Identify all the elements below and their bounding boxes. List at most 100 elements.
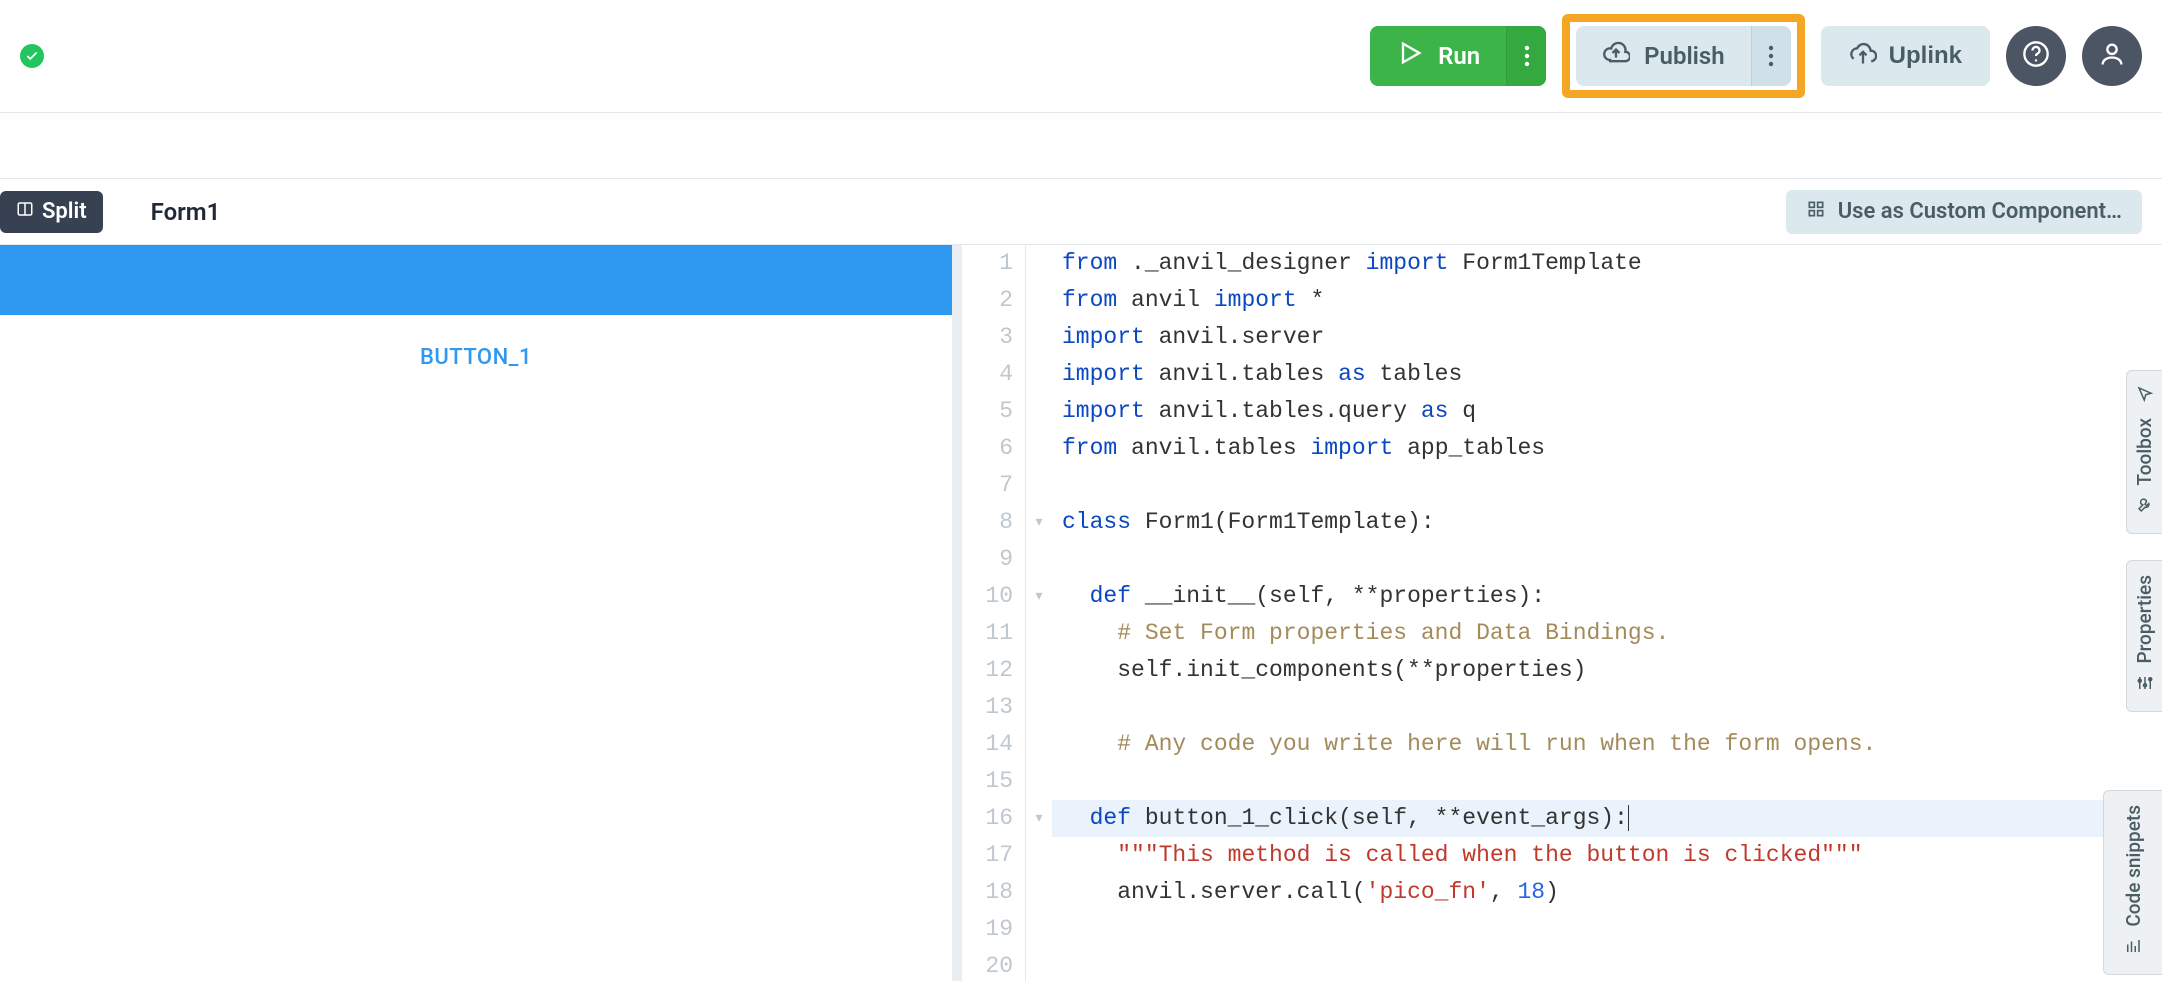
code-line[interactable]: from anvil.tables import app_tables [1052, 430, 2162, 467]
line-number: 6 [962, 430, 1013, 467]
line-number: 20 [962, 948, 1013, 985]
fold-marker[interactable]: ▾ [1026, 578, 1052, 615]
toolbox-label: Toolbox [2133, 418, 2156, 486]
line-number: 10 [962, 578, 1013, 615]
run-button[interactable]: Run [1370, 26, 1506, 86]
code-line[interactable]: from ._anvil_designer import Form1Templa… [1052, 245, 2162, 282]
publish-dropdown[interactable] [1751, 26, 1791, 86]
fold-marker [1026, 763, 1052, 800]
help-icon [2022, 40, 2050, 72]
component-icon [1806, 199, 1826, 225]
form-header-bar [0, 245, 952, 315]
code-line[interactable]: import anvil.server [1052, 319, 2162, 356]
button-1-component[interactable]: BUTTON_1 [420, 345, 532, 370]
status-ok-icon [20, 44, 44, 68]
code-line[interactable]: anvil.server.call('pico_fn', 18) [1052, 874, 2162, 911]
fold-marker [1026, 282, 1052, 319]
code-line[interactable]: import anvil.tables.query as q [1052, 393, 2162, 430]
fold-marker [1026, 726, 1052, 763]
fold-marker[interactable]: ▾ [1026, 800, 1052, 837]
line-number: 11 [962, 615, 1013, 652]
custom-component-label: Use as Custom Component… [1838, 199, 2122, 224]
fold-marker [1026, 615, 1052, 652]
form-tab[interactable]: Form1 [151, 198, 221, 226]
fold-marker [1026, 319, 1052, 356]
fold-marker [1026, 874, 1052, 911]
snippets-label: Code snippets [2122, 805, 2145, 927]
fold-marker [1026, 541, 1052, 578]
fold-marker [1026, 245, 1052, 282]
code-line[interactable]: class Form1(Form1Template): [1052, 504, 2162, 541]
uplink-button[interactable]: Uplink [1821, 26, 1990, 86]
code-line[interactable]: from anvil import * [1052, 282, 2162, 319]
code-line[interactable] [1052, 911, 2162, 948]
fold-marker [1026, 393, 1052, 430]
line-number: 15 [962, 763, 1013, 800]
fold-marker [1026, 467, 1052, 504]
code-line[interactable]: # Any code you write here will run when … [1052, 726, 2162, 763]
code-line[interactable]: def __init__(self, **properties): [1052, 578, 2162, 615]
use-as-custom-component-button[interactable]: Use as Custom Component… [1786, 190, 2142, 234]
line-number: 7 [962, 467, 1013, 504]
line-number: 17 [962, 837, 1013, 874]
code-body[interactable]: from ._anvil_designer import Form1Templa… [1052, 245, 2162, 981]
sliders-icon [2136, 674, 2154, 697]
fold-marker [1026, 652, 1052, 689]
design-preview-pane[interactable]: BUTTON_1 [0, 245, 952, 981]
line-number: 16 [962, 800, 1013, 837]
publish-label: Publish [1644, 42, 1725, 70]
split-divider[interactable] [952, 245, 962, 981]
toolbar-right-group: Run Publish U [1370, 14, 2142, 98]
form-body: BUTTON_1 [0, 315, 952, 370]
fold-marker[interactable]: ▾ [1026, 504, 1052, 541]
code-line[interactable]: """This method is called when the button… [1052, 837, 2162, 874]
code-line[interactable] [1052, 689, 2162, 726]
fold-gutter: ▾ ▾ ▾ [1026, 245, 1052, 981]
line-number: 8 [962, 504, 1013, 541]
line-number: 5 [962, 393, 1013, 430]
code-line[interactable]: import anvil.tables as tables [1052, 356, 2162, 393]
fold-marker [1026, 430, 1052, 467]
line-number-gutter: 1234567891011121314151617181920 [962, 245, 1026, 981]
run-button-group: Run [1370, 26, 1546, 86]
toolbox-side-tab[interactable]: Toolbox [2126, 370, 2162, 534]
publish-button[interactable]: Publish [1576, 26, 1751, 86]
fold-marker [1026, 689, 1052, 726]
line-number: 13 [962, 689, 1013, 726]
pointer-icon [2136, 385, 2154, 408]
wrench-icon [2136, 496, 2154, 519]
bars-icon [2124, 937, 2142, 960]
code-line[interactable] [1052, 467, 2162, 504]
text-cursor [1628, 805, 1629, 831]
line-number: 1 [962, 245, 1013, 282]
account-button[interactable] [2082, 26, 2142, 86]
code-line[interactable]: # Set Form properties and Data Bindings. [1052, 615, 2162, 652]
user-icon [2098, 40, 2126, 72]
run-dropdown[interactable] [1506, 26, 1546, 86]
fold-marker [1026, 911, 1052, 948]
line-number: 3 [962, 319, 1013, 356]
editor-tabs-bar: Split Form1 Use as Custom Component… [0, 179, 2162, 245]
uplink-label: Uplink [1889, 42, 1962, 70]
line-number: 18 [962, 874, 1013, 911]
code-line[interactable]: def button_1_click(self, **event_args): [1052, 800, 2162, 837]
help-button[interactable] [2006, 26, 2066, 86]
line-number: 19 [962, 911, 1013, 948]
code-line[interactable] [1052, 948, 2162, 985]
line-number: 4 [962, 356, 1013, 393]
code-snippets-side-tab[interactable]: Code snippets [2103, 790, 2162, 975]
code-line[interactable] [1052, 541, 2162, 578]
code-line[interactable] [1052, 763, 2162, 800]
top-toolbar: Run Publish U [0, 0, 2162, 113]
publish-button-group: Publish [1576, 26, 1791, 86]
split-view-button[interactable]: Split [0, 191, 103, 233]
main-content: BUTTON_1 1234567891011121314151617181920… [0, 245, 2162, 981]
code-line[interactable]: self.init_components(**properties) [1052, 652, 2162, 689]
line-number: 2 [962, 282, 1013, 319]
fold-marker [1026, 948, 1052, 985]
uplink-icon [1849, 39, 1877, 74]
properties-side-tab[interactable]: Properties [2126, 560, 2162, 712]
secondary-bar [0, 113, 2162, 179]
code-editor[interactable]: 1234567891011121314151617181920 ▾▾▾ from… [962, 245, 2162, 981]
cloud-upload-icon [1602, 39, 1630, 73]
